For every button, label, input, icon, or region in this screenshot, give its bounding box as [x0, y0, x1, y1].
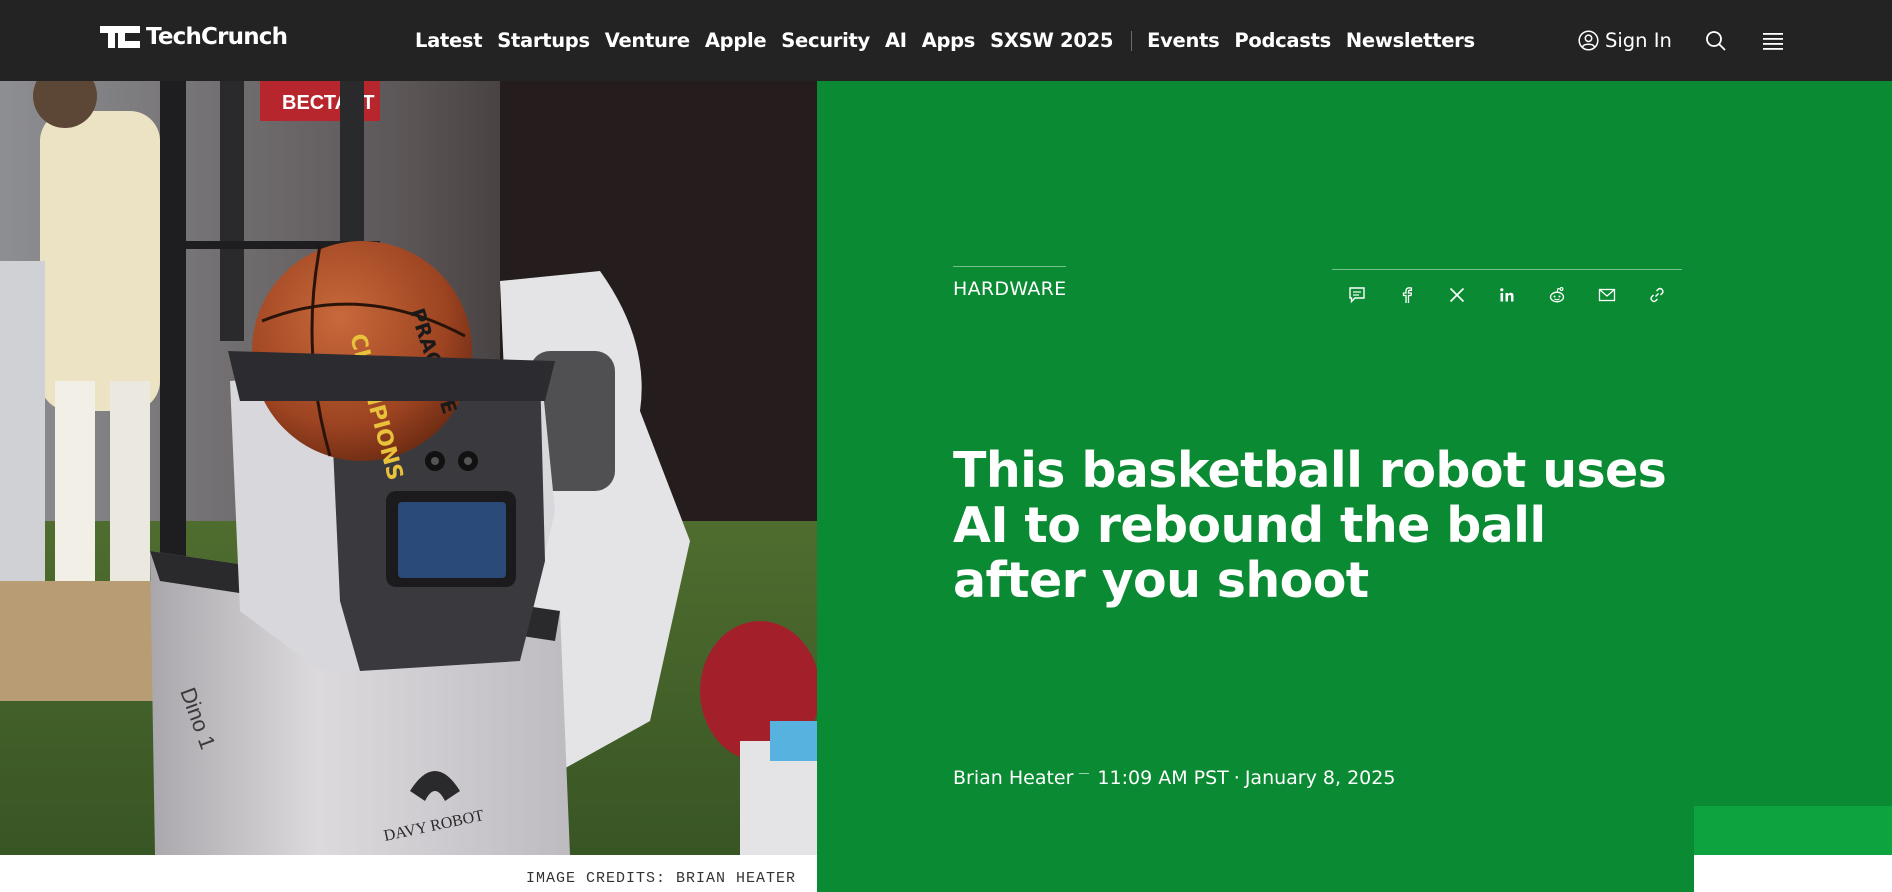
nav-link-events[interactable]: Events: [1147, 29, 1220, 52]
nav-link-venture[interactable]: Venture: [605, 29, 690, 52]
hero-image: ВЕСТАРТ Dino 1 DAVY ROBOT CHAMPIONS: [0, 81, 817, 855]
techcrunch-logo-icon: [100, 26, 140, 48]
search-button[interactable]: [1705, 0, 1727, 81]
techcrunch-logo[interactable]: TechCrunch: [100, 24, 288, 50]
basketball-robot-photo: ВЕСТАРТ Dino 1 DAVY ROBOT CHAMPIONS: [0, 81, 817, 855]
nav-link-latest[interactable]: Latest: [415, 29, 483, 52]
nav-link-startups[interactable]: Startups: [497, 29, 590, 52]
copy-link-button[interactable]: [1632, 284, 1682, 306]
top-navigation: TechCrunch Latest Startups Venture Apple…: [0, 0, 1892, 81]
share-email-button[interactable]: [1582, 284, 1632, 306]
hamburger-menu-icon: [1763, 32, 1783, 50]
main-nav: Latest Startups Venture Apple Security A…: [415, 0, 1490, 81]
nav-link-security[interactable]: Security: [781, 29, 870, 52]
share-facebook-button[interactable]: [1382, 284, 1432, 306]
byline-divider: [1079, 772, 1090, 774]
comment-icon: [1349, 287, 1365, 304]
x-icon: [1449, 287, 1465, 303]
byline: Brian Heater 11:09 AM PST · January 8, 2…: [953, 767, 1395, 789]
publish-time: 11:09 AM PST: [1097, 767, 1229, 789]
facebook-icon: [1402, 287, 1413, 303]
article-title: This basketball robot uses AI to rebound…: [953, 442, 1667, 609]
share-reddit-button[interactable]: [1532, 284, 1582, 306]
author-link[interactable]: Brian Heater: [953, 767, 1073, 789]
user-icon: [1578, 30, 1599, 51]
comment-button[interactable]: [1332, 284, 1382, 306]
sign-in-button[interactable]: Sign In: [1578, 0, 1672, 81]
nav-link-apple[interactable]: Apple: [705, 29, 767, 52]
nav-link-apps[interactable]: Apps: [922, 29, 976, 52]
reddit-icon: [1549, 287, 1565, 303]
share-linkedin-button[interactable]: [1482, 284, 1532, 306]
share-bar: [1332, 269, 1682, 306]
nav-divider: [1131, 30, 1133, 51]
date-separator: ·: [1233, 767, 1240, 789]
article-header-panel-extension: [1694, 81, 1892, 806]
accent-block: [1694, 806, 1892, 855]
nav-link-sxsw[interactable]: SXSW 2025: [990, 29, 1113, 52]
linkedin-icon: [1500, 288, 1514, 302]
nav-link-ai[interactable]: AI: [885, 29, 907, 52]
nav-link-newsletters[interactable]: Newsletters: [1346, 29, 1475, 52]
publish-date: January 8, 2025: [1244, 767, 1396, 789]
share-x-button[interactable]: [1432, 284, 1482, 306]
search-icon: [1706, 30, 1726, 51]
email-icon: [1598, 288, 1616, 302]
nav-link-podcasts[interactable]: Podcasts: [1234, 29, 1331, 52]
link-icon: [1650, 287, 1664, 303]
sign-in-label: Sign In: [1605, 29, 1672, 52]
category-link[interactable]: HARDWARE: [953, 266, 1067, 300]
image-credits: IMAGE CREDITS: BRIAN HEATER: [525, 870, 796, 887]
menu-button[interactable]: [1762, 0, 1784, 81]
image-credits-bar: IMAGE CREDITS: BRIAN HEATER: [0, 855, 817, 892]
logo-wordmark: TechCrunch: [146, 24, 288, 50]
